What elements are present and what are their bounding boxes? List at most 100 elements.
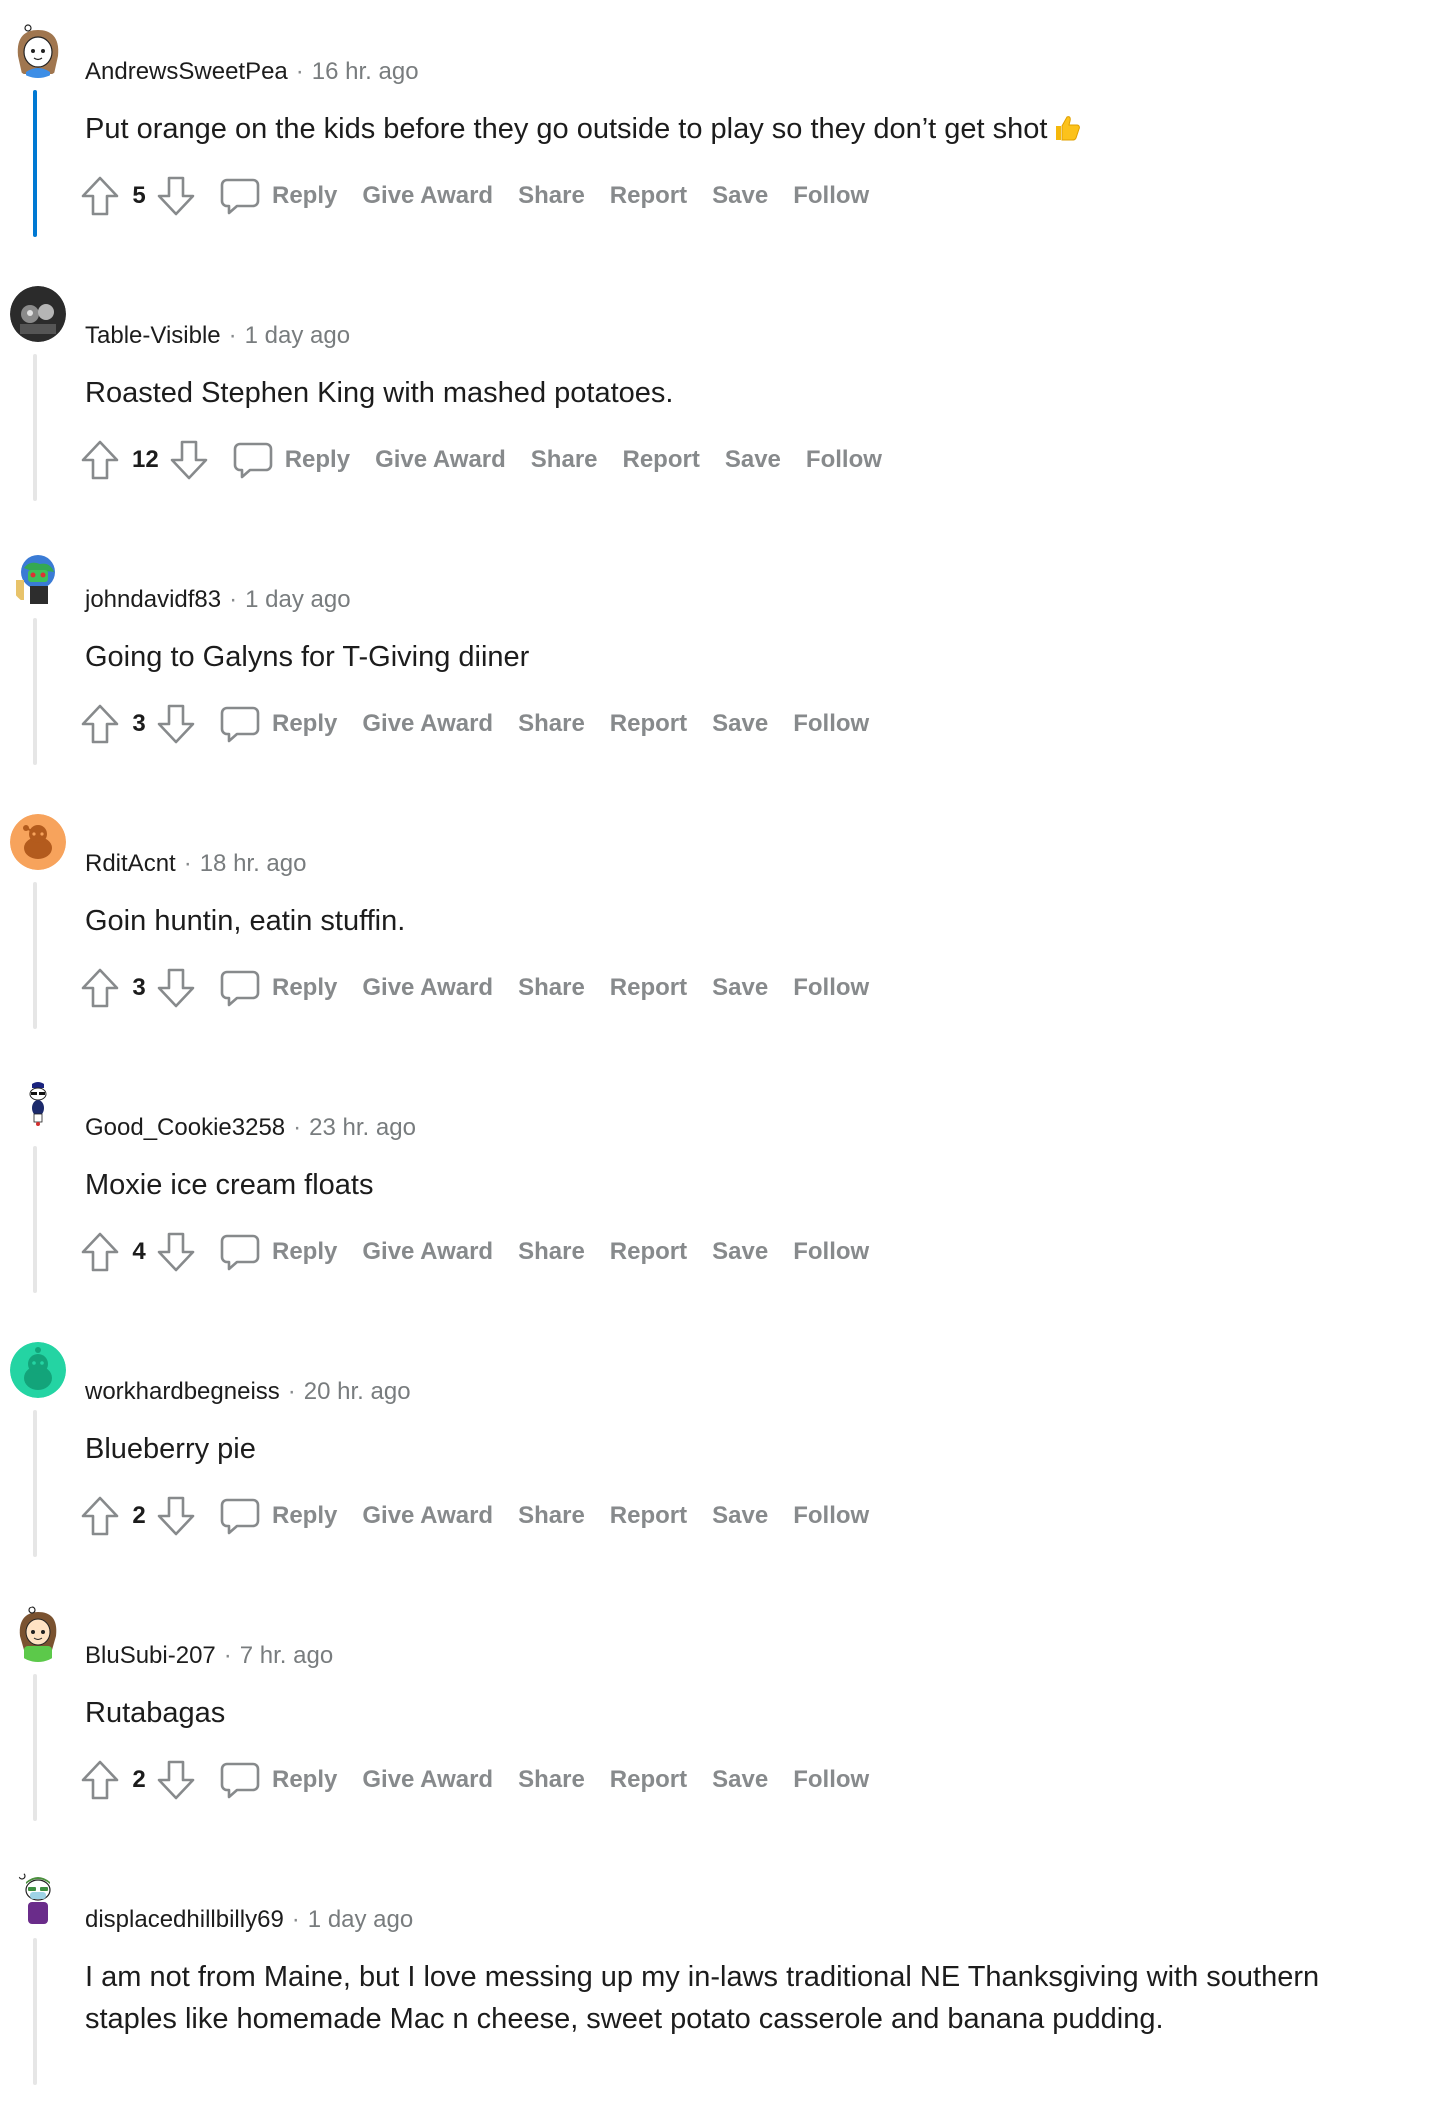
reply-button[interactable]: Reply <box>220 704 337 744</box>
give-award-button[interactable]: Give Award <box>375 446 506 474</box>
follow-button[interactable]: Follow <box>793 974 869 1002</box>
report-button[interactable]: Report <box>610 710 687 738</box>
thread-line[interactable] <box>33 1410 37 1557</box>
share-button[interactable]: Share <box>531 446 598 474</box>
timestamp[interactable]: 1 day ago <box>245 322 350 350</box>
timestamp[interactable]: 23 hr. ago <box>309 1114 416 1142</box>
share-button[interactable]: Share <box>518 1766 585 1794</box>
reply-button[interactable]: Reply <box>220 1496 337 1536</box>
report-button[interactable]: Report <box>610 182 687 210</box>
give-award-button[interactable]: Give Award <box>362 974 493 1002</box>
vote-count: 2 <box>132 1766 146 1793</box>
downvote-icon[interactable] <box>169 439 209 481</box>
reply-button[interactable]: Reply <box>220 1760 337 1800</box>
give-award-button[interactable]: Give Award <box>362 710 493 738</box>
username-link[interactable]: Good_Cookie3258 <box>85 1114 285 1142</box>
snoo-mask-avatar-icon[interactable] <box>10 1870 66 1926</box>
timestamp[interactable]: 20 hr. ago <box>304 1378 411 1406</box>
save-button[interactable]: Save <box>712 710 768 738</box>
username-link[interactable]: BluSubi-207 <box>85 1642 216 1670</box>
comment-text: Goin huntin, eatin stuffin. <box>85 905 406 937</box>
share-button[interactable]: Share <box>518 1238 585 1266</box>
share-button[interactable]: Share <box>518 710 585 738</box>
downvote-icon[interactable] <box>156 1495 196 1537</box>
reply-button[interactable]: Reply <box>220 176 337 216</box>
timestamp[interactable]: 1 day ago <box>308 1906 413 1934</box>
thread-line[interactable] <box>33 618 37 765</box>
follow-button[interactable]: Follow <box>793 182 869 210</box>
comment-actions: 3 Reply Give Award Share Report Save Follow <box>80 964 869 1012</box>
downvote-icon[interactable] <box>156 703 196 745</box>
give-award-button[interactable]: Give Award <box>362 1502 493 1530</box>
give-award-button[interactable]: Give Award <box>362 182 493 210</box>
give-award-button[interactable]: Give Award <box>362 1766 493 1794</box>
report-button[interactable]: Report <box>610 1766 687 1794</box>
share-button[interactable]: Share <box>518 974 585 1002</box>
snoo-sunglasses-avatar-icon[interactable] <box>10 1078 66 1134</box>
reply-button[interactable]: Reply <box>233 440 350 480</box>
follow-button[interactable]: Follow <box>793 710 869 738</box>
username-link[interactable]: johndavidf83 <box>85 586 221 614</box>
meta-separator: · <box>223 1642 232 1669</box>
comment-actions: 12 Reply Give Award Share Report Save Follow <box>80 436 882 484</box>
follow-button[interactable]: Follow <box>793 1502 869 1530</box>
thread-line[interactable] <box>33 882 37 1029</box>
username-link[interactable]: RditAcnt <box>85 850 176 878</box>
follow-button[interactable]: Follow <box>793 1238 869 1266</box>
report-button[interactable]: Report <box>623 446 700 474</box>
timestamp[interactable]: 16 hr. ago <box>312 58 419 86</box>
follow-button[interactable]: Follow <box>793 1766 869 1794</box>
save-button[interactable]: Save <box>712 182 768 210</box>
upvote-icon[interactable] <box>80 967 120 1009</box>
report-button[interactable]: Report <box>610 974 687 1002</box>
username-link[interactable]: Table-Visible <box>85 322 221 350</box>
thread-line[interactable] <box>33 1146 37 1293</box>
timestamp[interactable]: 7 hr. ago <box>240 1642 333 1670</box>
vote-count: 3 <box>132 710 146 737</box>
comment-bubble-icon <box>220 968 272 1008</box>
thread-line[interactable] <box>33 1938 37 2085</box>
username-link[interactable]: workhardbegneiss <box>85 1378 280 1406</box>
downvote-icon[interactable] <box>156 175 196 217</box>
upvote-icon[interactable] <box>80 1231 120 1273</box>
give-award-button[interactable]: Give Award <box>362 1238 493 1266</box>
save-button[interactable]: Save <box>712 1502 768 1530</box>
comment: RditAcnt · 18 hr. ago Goin huntin, eatin st… <box>0 792 1456 1056</box>
upvote-icon[interactable] <box>80 439 120 481</box>
save-button[interactable]: Save <box>725 446 781 474</box>
upvote-icon[interactable] <box>80 1495 120 1537</box>
comment: Good_Cookie3258 · 23 hr. ago Moxie ice crea… <box>0 1056 1456 1320</box>
comment-bubble-icon <box>220 1760 272 1800</box>
reply-button[interactable]: Reply <box>220 968 337 1008</box>
username-link[interactable]: AndrewsSweetPea <box>85 58 288 86</box>
report-button[interactable]: Report <box>610 1238 687 1266</box>
photo-avatar-icon[interactable] <box>10 286 66 342</box>
report-button[interactable]: Report <box>610 1502 687 1530</box>
username-link[interactable]: displacedhillbilly69 <box>85 1906 284 1934</box>
follow-button[interactable]: Follow <box>806 446 882 474</box>
save-button[interactable]: Save <box>712 1766 768 1794</box>
downvote-icon[interactable] <box>156 1759 196 1801</box>
upvote-icon[interactable] <box>80 1759 120 1801</box>
thread-line[interactable] <box>33 354 37 501</box>
save-button[interactable]: Save <box>712 1238 768 1266</box>
upvote-icon[interactable] <box>80 175 120 217</box>
default-orange-avatar-icon[interactable] <box>10 814 66 870</box>
downvote-icon[interactable] <box>156 967 196 1009</box>
girl-avatar-icon[interactable] <box>10 22 66 78</box>
upvote-icon[interactable] <box>80 703 120 745</box>
default-teal-avatar-icon[interactable] <box>10 1342 66 1398</box>
share-button[interactable]: Share <box>518 182 585 210</box>
save-button[interactable]: Save <box>712 974 768 1002</box>
thread-line[interactable] <box>33 1674 37 1821</box>
comment: displacedhillbilly69 · 1 day ago I am not f… <box>0 1848 1456 2112</box>
comment-actions: 3 Reply Give Award Share Report Save Follow <box>80 700 869 748</box>
robot-avatar-icon[interactable] <box>10 550 66 606</box>
thread-line[interactable] <box>33 90 37 237</box>
reply-button[interactable]: Reply <box>220 1232 337 1272</box>
share-button[interactable]: Share <box>518 1502 585 1530</box>
girl-green-avatar-icon[interactable] <box>10 1606 66 1662</box>
timestamp[interactable]: 1 day ago <box>245 586 350 614</box>
downvote-icon[interactable] <box>156 1231 196 1273</box>
timestamp[interactable]: 18 hr. ago <box>200 850 307 878</box>
